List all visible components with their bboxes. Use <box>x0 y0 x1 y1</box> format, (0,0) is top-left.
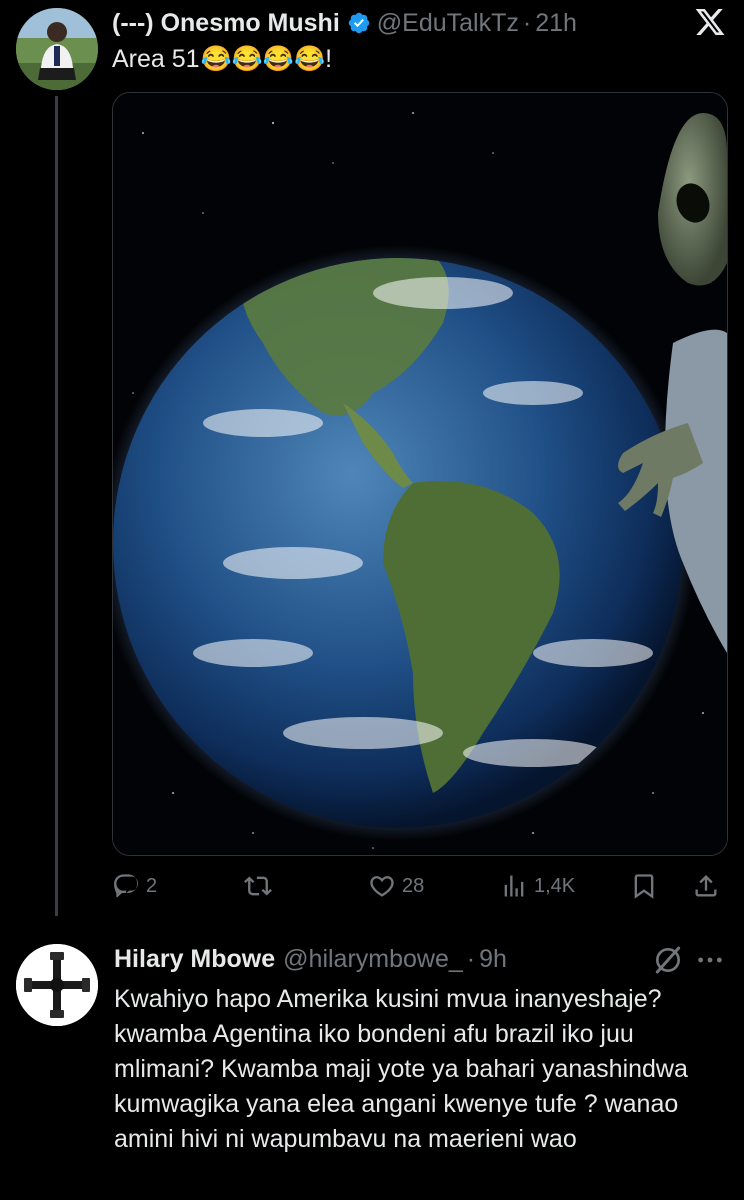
view-count: 1,4K <box>534 874 576 897</box>
tweet-media-image[interactable] <box>112 92 728 856</box>
author-name[interactable]: (---) Onesmo Mushi <box>112 9 340 38</box>
tweet-actions: 2 28 1,4K <box>112 866 726 906</box>
like-button[interactable]: 28 <box>368 866 424 906</box>
x-logo-icon <box>695 9 725 35</box>
avatar[interactable] <box>16 944 98 1026</box>
author-handle[interactable]: @EduTalkTz <box>377 9 519 38</box>
thread-line <box>55 96 58 916</box>
heart-icon <box>370 876 394 897</box>
earth-and-alien-image <box>113 93 727 855</box>
cross-wrench-icon <box>16 944 98 1026</box>
bookmark-icon <box>634 874 654 899</box>
tweet-text-main: Area 51 <box>112 45 200 73</box>
repost-button[interactable] <box>244 866 278 906</box>
like-count: 28 <box>402 874 425 897</box>
grok-icon[interactable] <box>652 944 684 976</box>
laughing-emojis: 😂😂😂😂 <box>200 45 326 73</box>
reply-icon <box>114 874 138 898</box>
verified-badge-icon <box>348 12 370 34</box>
views-button[interactable]: 1,4K <box>500 866 575 906</box>
tweet-time[interactable]: 9h <box>479 945 507 974</box>
separator-dot: · <box>466 944 476 973</box>
share-icon <box>695 875 717 897</box>
reply-button[interactable]: 2 <box>112 866 157 906</box>
tweet-text-end: ! <box>325 45 333 73</box>
author-name[interactable]: Hilary Mbowe <box>114 945 275 974</box>
separator-dot: · <box>522 8 532 37</box>
tweet-text: Kwahiyo hapo Amerika kusini mvua inanyes… <box>114 985 688 1153</box>
tweet-header: Hilary Mbowe @hilarymbowe_ · 9h <box>114 942 507 976</box>
share-button[interactable] <box>692 866 726 906</box>
tweet-time[interactable]: 21h <box>535 9 577 38</box>
tweet-text: Area 51 😂😂😂😂 ! <box>112 42 332 76</box>
repost-icon <box>244 876 272 896</box>
author-handle[interactable]: @hilarymbowe_ <box>283 945 463 974</box>
reply-count: 2 <box>146 874 158 897</box>
tweet-header: (---) Onesmo Mushi @EduTalkTz · 21h <box>112 6 577 40</box>
more-options-icon[interactable] <box>694 944 726 976</box>
bookmark-button[interactable] <box>630 866 664 906</box>
avatar[interactable] <box>16 8 98 90</box>
analytics-icon <box>504 875 524 897</box>
